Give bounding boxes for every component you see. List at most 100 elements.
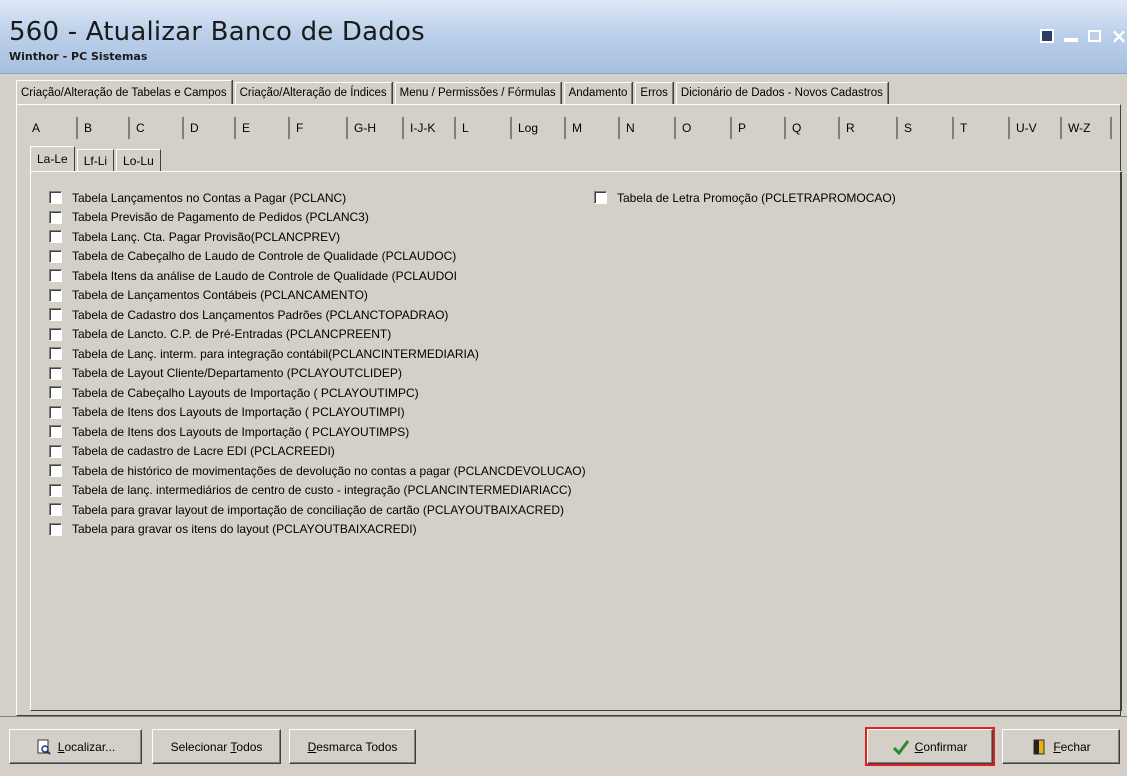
checkbox-label: Tabela de cadastro de Lacre EDI (PCLACRE… (72, 444, 335, 459)
checkbox[interactable] (49, 386, 62, 400)
letter-tab-q[interactable]: Q (786, 117, 840, 139)
letter-tab-o[interactable]: O (676, 117, 732, 139)
tab-criacao-alteracao-de-tabelas-e-campos[interactable]: Criação/Alteração de Tabelas e Campos (16, 80, 232, 104)
checkbox[interactable] (49, 405, 62, 419)
letter-tab-c[interactable]: C (130, 117, 184, 139)
checkbox[interactable] (49, 522, 62, 536)
checkbox[interactable] (49, 269, 62, 283)
sub-tab-la-le[interactable]: La-Le (30, 146, 75, 171)
close-icon[interactable]: × (1111, 24, 1127, 48)
table-checklist-left: Tabela Lançamentos no Contas a Pagar (PC… (49, 188, 586, 539)
letter-tab-log[interactable]: Log (512, 117, 566, 139)
letter-tab-strip: A B C D E F G-H I-J-K L Log M N O P Q R S T U-V W-Z (26, 117, 1112, 139)
letter-tab-a[interactable]: A (26, 117, 78, 139)
table-checkbox-row[interactable]: Tabela Previsão de Pagamento de Pedidos … (49, 208, 586, 228)
letter-tab-b[interactable]: B (78, 117, 130, 139)
table-checkbox-row[interactable]: Tabela de cadastro de Lacre EDI (PCLACRE… (49, 442, 586, 462)
checkbox-label: Tabela para gravar os itens do layout (P… (72, 522, 417, 537)
table-checkbox-row[interactable]: Tabela de Cabeçalho Layouts de Importaçã… (49, 383, 586, 403)
checkbox[interactable] (49, 444, 62, 458)
letter-tab-r[interactable]: R (840, 117, 898, 139)
checkbox-label: Tabela de Letra Promoção (PCLETRAPROMOCA… (617, 190, 896, 205)
tab-dicionario-de-dados-novos-cadastros[interactable]: Dicionário de Dados - Novos Cadastros (675, 82, 888, 104)
checkbox[interactable] (49, 230, 62, 244)
table-checkbox-row[interactable]: Tabela de Lanç. interm. para integração … (49, 344, 586, 364)
tab-criacao-alteracao-de-indices[interactable]: Criação/Alteração de Índices (234, 82, 392, 104)
checkbox-label: Tabela Previsão de Pagamento de Pedidos … (72, 210, 369, 225)
checkbox[interactable] (49, 366, 62, 380)
sub-tab-lo-lu[interactable]: Lo-Lu (116, 149, 161, 171)
checkbox[interactable] (594, 191, 607, 205)
table-checkbox-row[interactable]: Tabela Lanç. Cta. Pagar Provisão(PCLANCP… (49, 227, 586, 247)
tab-erros[interactable]: Erros (635, 82, 673, 104)
fechar-button[interactable]: Fechar (1002, 729, 1120, 764)
checkbox[interactable] (49, 249, 62, 263)
letter-tab-n[interactable]: N (620, 117, 676, 139)
letter-tab-f[interactable]: F (290, 117, 348, 139)
table-checkbox-row[interactable]: Tabela de lanç. intermediários de centro… (49, 481, 586, 501)
checkbox[interactable] (49, 425, 62, 439)
table-checkbox-row[interactable]: Tabela de Cadastro dos Lançamentos Padrõ… (49, 305, 586, 325)
table-checkbox-row[interactable]: Tabela de Letra Promoção (PCLETRAPROMOCA… (594, 188, 896, 208)
letter-tab-l[interactable]: L (456, 117, 512, 139)
table-checkbox-row[interactable]: Tabela para gravar os itens do layout (P… (49, 520, 586, 540)
checkbox-label: Tabela de Cadastro dos Lançamentos Padrõ… (72, 307, 449, 322)
door-exit-icon (1033, 739, 1045, 754)
tab-menu-permissoes-formulas[interactable]: Menu / Permissões / Fórmulas (394, 82, 561, 104)
letter-tab-w-z[interactable]: W-Z (1062, 117, 1112, 139)
checkbox-label: Tabela de lanç. intermediários de centro… (72, 483, 572, 498)
letter-tab-p[interactable]: P (732, 117, 786, 139)
checkbox-label: Tabela Itens da análise de Laudo de Cont… (72, 268, 457, 283)
sub-tab-strip: La-Le Lf-Li Lo-Lu (30, 145, 163, 171)
letter-tab-e[interactable]: E (236, 117, 290, 139)
window-controls: × (1040, 24, 1127, 48)
confirmar-label: Confirmar (914, 739, 968, 754)
table-checkbox-row[interactable]: Tabela de Itens dos Layouts de Importaçã… (49, 422, 586, 442)
letter-tab-t[interactable]: T (954, 117, 1010, 139)
checkbox-label: Tabela de histórico de movimentações de … (72, 463, 586, 478)
desmarca-todos-button[interactable]: Desmarca Todos (289, 729, 416, 764)
checkbox[interactable] (49, 347, 62, 361)
letter-tab-m[interactable]: M (566, 117, 620, 139)
selecionar-todos-button[interactable]: Selecionar Todos (152, 729, 281, 764)
checkbox[interactable] (49, 503, 62, 517)
table-checkbox-row[interactable]: Tabela Lançamentos no Contas a Pagar (PC… (49, 188, 586, 208)
letter-tab-d[interactable]: D (184, 117, 236, 139)
checkbox-label: Tabela de Layout Cliente/Departamento (P… (72, 366, 402, 381)
confirmar-button[interactable]: Confirmar (865, 727, 995, 766)
table-checkbox-row[interactable]: Tabela de Lançamentos Contábeis (PCLANCA… (49, 286, 586, 306)
table-checkbox-row[interactable]: Tabela de Cabeçalho de Laudo de Controle… (49, 247, 586, 267)
title-bar: 560 - Atualizar Banco de Dados Winthor -… (0, 0, 1127, 74)
checkbox-label: Tabela de Lancto. C.P. de Pré-Entradas (… (72, 327, 392, 342)
bottom-toolbar: Localizar... Selecionar Todos Desmarca T… (0, 716, 1127, 776)
checkbox[interactable] (49, 327, 62, 341)
checkbox[interactable] (49, 308, 62, 322)
table-checkbox-row[interactable]: Tabela de Lancto. C.P. de Pré-Entradas (… (49, 325, 586, 345)
checkbox-label: Tabela de Itens dos Layouts de Importaçã… (72, 424, 410, 439)
letter-tab-s[interactable]: S (898, 117, 954, 139)
letter-tab-i-j-k[interactable]: I-J-K (404, 117, 456, 139)
sub-tab-lf-li[interactable]: Lf-Li (76, 149, 115, 171)
table-checkbox-row[interactable]: Tabela de histórico de movimentações de … (49, 461, 586, 481)
desmarca-todos-label: Desmarca Todos (307, 739, 398, 754)
checkbox[interactable] (49, 191, 62, 205)
checkbox-label: Tabela de Lanç. interm. para integração … (72, 346, 479, 361)
maximize-icon[interactable] (1088, 30, 1101, 42)
checkbox[interactable] (49, 288, 62, 302)
checkbox[interactable] (49, 464, 62, 478)
selecionar-todos-label: Selecionar Todos (170, 739, 263, 754)
table-checkbox-row[interactable]: Tabela de Itens dos Layouts de Importaçã… (49, 403, 586, 423)
table-checkbox-row[interactable]: Tabela Itens da análise de Laudo de Cont… (49, 266, 586, 286)
checkbox[interactable] (49, 483, 62, 497)
checkbox-label: Tabela de Cabeçalho de Laudo de Controle… (72, 249, 457, 264)
find-document-icon (37, 739, 51, 755)
table-checkbox-row[interactable]: Tabela de Layout Cliente/Departamento (P… (49, 364, 586, 384)
letter-tab-g-h[interactable]: G-H (348, 117, 404, 139)
letter-tab-u-v[interactable]: U-V (1010, 117, 1062, 139)
restore-icon[interactable] (1040, 29, 1054, 43)
tab-andamento[interactable]: Andamento (563, 82, 633, 104)
minimize-icon[interactable] (1064, 38, 1078, 42)
table-checkbox-row[interactable]: Tabela para gravar layout de importação … (49, 500, 586, 520)
localizar-button[interactable]: Localizar... (9, 729, 142, 764)
checkbox[interactable] (49, 210, 62, 224)
